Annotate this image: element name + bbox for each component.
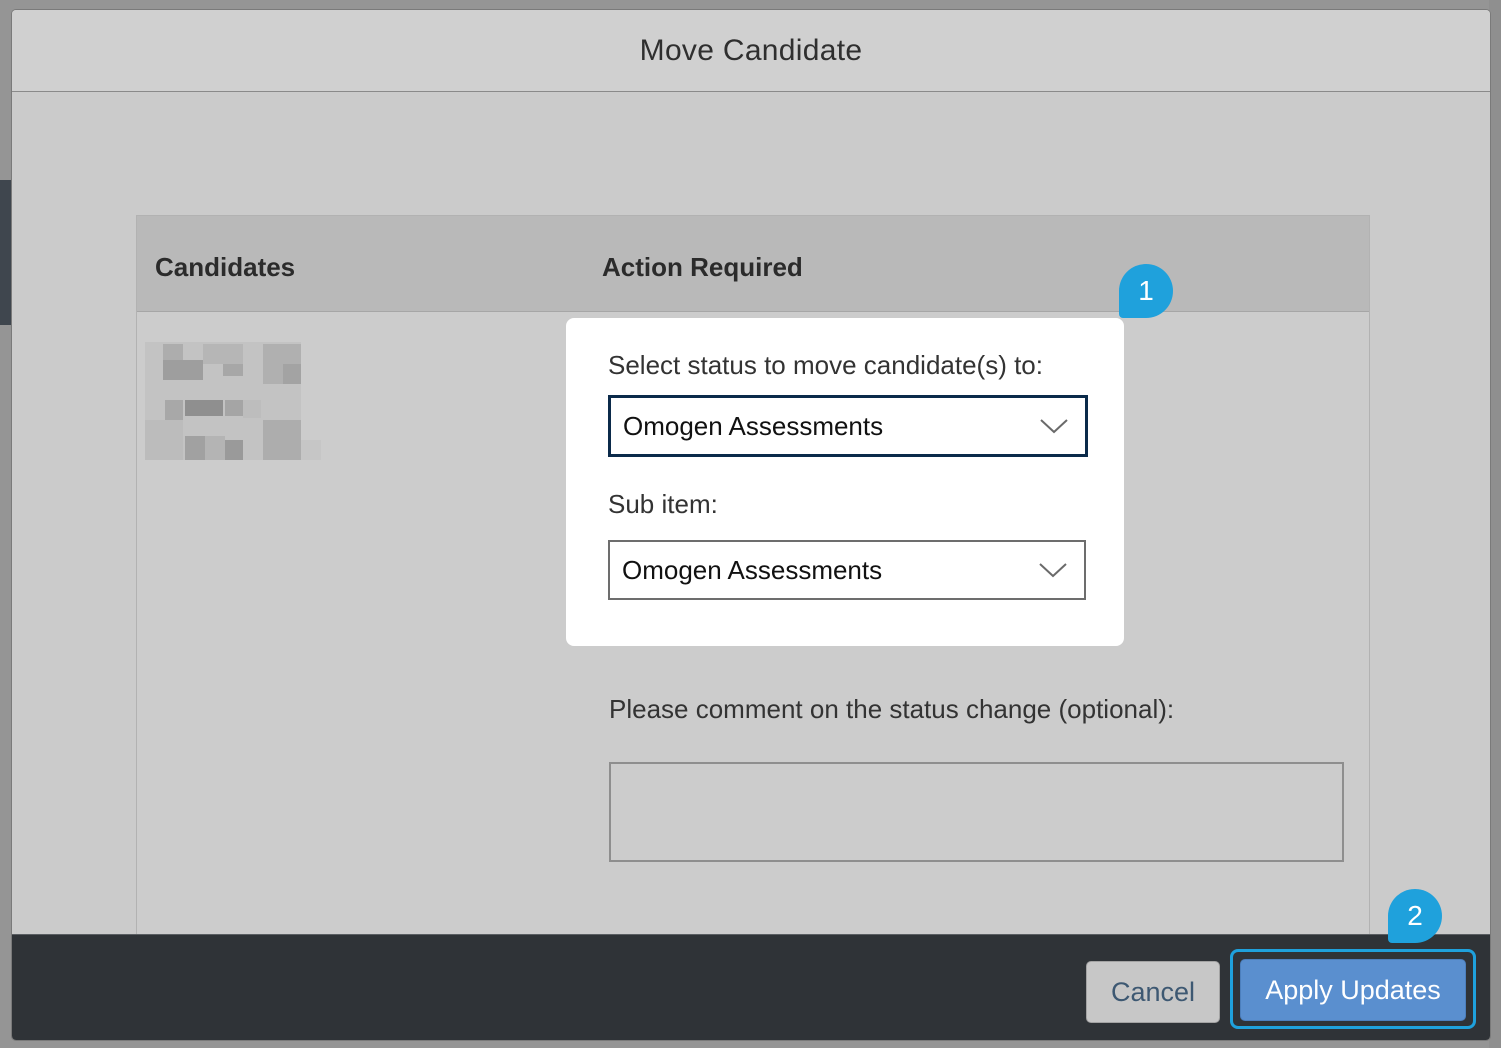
column-header-action-required: Action Required	[602, 252, 803, 282]
column-header-candidates: Candidates	[155, 252, 296, 282]
status-label: Select status to move candidate(s) to:	[608, 350, 1043, 380]
status-selection-panel: Select status to move candidate(s) to: O…	[566, 318, 1124, 646]
cancel-button[interactable]: Cancel	[1086, 961, 1220, 1023]
callout-step-2: 2	[1388, 889, 1442, 943]
dialog-footer: Cancel Apply Updates	[12, 934, 1490, 1040]
dialog-header: Move Candidate	[12, 10, 1490, 92]
callout-step-1: 1	[1119, 264, 1173, 318]
table-header-row: Candidates Action Required	[137, 216, 1369, 312]
status-select[interactable]: Omogen Assessments	[608, 395, 1088, 457]
sub-item-select-value: Omogen Assessments	[622, 554, 883, 585]
apply-updates-button[interactable]: Apply Updates	[1240, 959, 1466, 1021]
sub-item-select[interactable]: Omogen Assessments	[608, 540, 1086, 600]
sub-item-label: Sub item:	[608, 489, 718, 519]
dialog-title: Move Candidate	[639, 33, 863, 67]
comment-label: Please comment on the status change (opt…	[609, 694, 1175, 724]
comment-textarea[interactable]	[609, 762, 1344, 862]
candidate-name-redacted	[145, 342, 321, 460]
status-select-value: Omogen Assessments	[623, 410, 884, 441]
chevron-down-icon	[1040, 419, 1068, 434]
chevron-down-icon	[1039, 563, 1067, 578]
move-candidate-dialog: Move Candidate Candidates Action Require…	[12, 10, 1490, 1040]
